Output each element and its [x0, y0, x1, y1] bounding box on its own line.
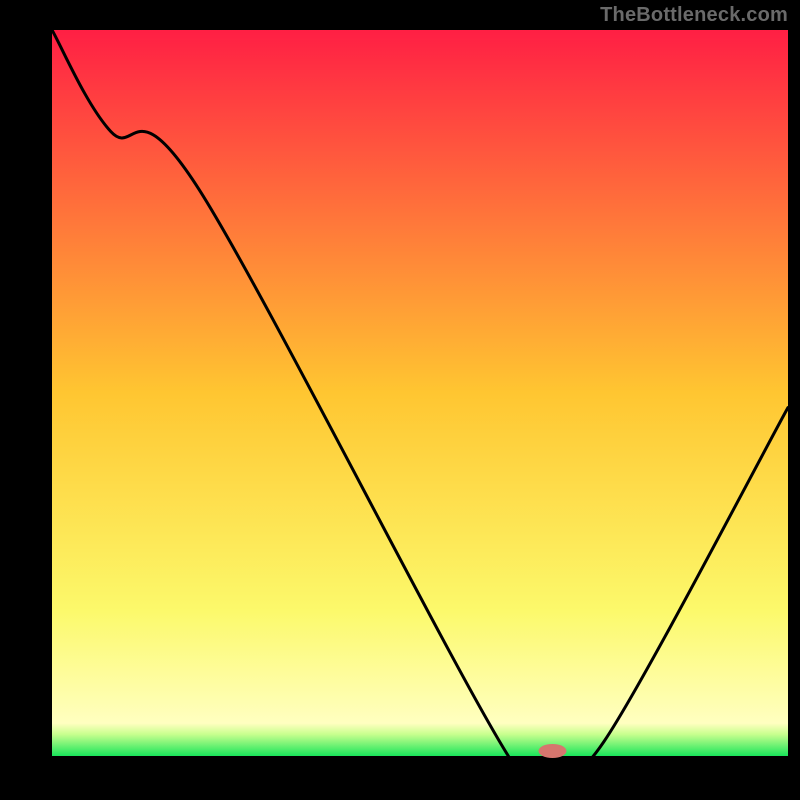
plot-background	[52, 30, 788, 756]
chart-svg	[0, 0, 800, 800]
watermark-text: TheBottleneck.com	[600, 4, 788, 27]
optimum-marker	[538, 744, 566, 758]
chart-stage: TheBottleneck.com	[0, 0, 800, 800]
